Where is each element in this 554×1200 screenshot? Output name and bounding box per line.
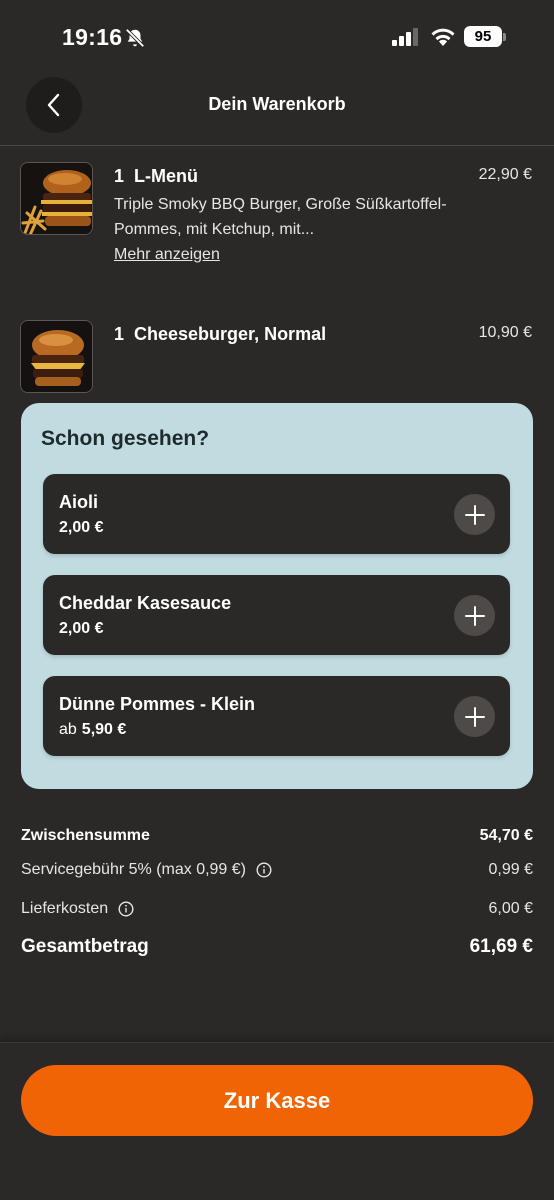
- plus-icon: [464, 504, 485, 525]
- item-name: L-Menü: [134, 166, 198, 186]
- checkout-button[interactable]: Zur Kasse: [21, 1065, 533, 1136]
- bottom-bar: Zur Kasse: [0, 1042, 554, 1200]
- upsell-item-price-value: 2,00 €: [59, 519, 104, 536]
- signal-icon: [392, 28, 418, 46]
- service-fee-label-group: Servicegebühr 5% (max 0,99 €): [21, 861, 272, 879]
- header: Dein Warenkorb: [0, 72, 554, 146]
- item-title: 1 L-Menü: [114, 166, 198, 187]
- item-title: 1 Cheeseburger, Normal: [114, 324, 326, 345]
- service-fee-value: 0,99 €: [488, 861, 533, 878]
- bell-slash-icon: [125, 28, 145, 48]
- item-image-menu: [20, 162, 93, 235]
- cart-item[interactable]: 1 Cheeseburger, Normal 10,90 €: [20, 320, 534, 394]
- add-aioli-button[interactable]: [454, 494, 495, 535]
- upsell-item-price-prefix: ab: [59, 721, 77, 738]
- add-pommes-button[interactable]: [454, 696, 495, 737]
- upsell-item-name: Dünne Pommes - Klein: [59, 694, 256, 714]
- upsell-item-price: 2,00 €: [59, 519, 103, 537]
- item-quantity: 1: [114, 166, 125, 186]
- upsell-item-pommes[interactable]: Dünne Pommes - Klein ab 5,90 €: [43, 676, 510, 756]
- upsell-item-name: Cheddar Kasesauce: [59, 593, 232, 613]
- item-quantity: 1: [114, 324, 125, 344]
- upsell-item-price: ab 5,90 €: [59, 721, 126, 739]
- upsell-item-price: 2,00 €: [59, 620, 103, 638]
- item-image-cheeseburger: [20, 320, 93, 393]
- item-name: Cheeseburger, Normal: [134, 324, 327, 344]
- delivery-fee-label-group: Lieferkosten: [21, 900, 134, 918]
- upsell-title: Schon gesehen?: [41, 427, 210, 450]
- delivery-fee-row: Lieferkosten 6,00 €: [21, 900, 533, 924]
- upsell-item-price-value: 5,90 €: [81, 721, 127, 738]
- subtotal-label: Zwischensumme: [21, 827, 150, 844]
- delivery-fee-label: Lieferkosten: [21, 900, 109, 917]
- add-cheddar-button[interactable]: [454, 595, 495, 636]
- total-row: Gesamtbetrag 61,69 €: [21, 936, 533, 960]
- plus-icon: [464, 605, 485, 626]
- service-fee-label: Servicegebühr 5% (max 0,99 €): [21, 861, 246, 878]
- wifi-icon: [431, 28, 455, 46]
- item-price: 22,90 €: [478, 166, 532, 183]
- item-price: 10,90 €: [478, 324, 532, 341]
- info-icon[interactable]: [256, 862, 272, 878]
- item-description: Triple Smoky BBQ Burger, Große Süßkartof…: [114, 196, 447, 238]
- upsell-item-cheddar[interactable]: Cheddar Kasesauce 2,00 €: [43, 575, 510, 655]
- upsell-item-name: Aioli: [59, 492, 98, 512]
- subtotal-row: Zwischensumme 54,70 €: [21, 827, 533, 851]
- page-title: Dein Warenkorb: [208, 94, 346, 114]
- status-bar: 19:16 95: [0, 0, 554, 72]
- service-fee-row: Servicegebühr 5% (max 0,99 €) 0,99 €: [21, 861, 533, 885]
- cart-item[interactable]: 1 L-Menü 22,90 € Triple Smoky BBQ Burger,…: [20, 162, 534, 272]
- total-value: 61,69 €: [469, 936, 533, 957]
- upsell-item-price-value: 2,00 €: [59, 620, 104, 637]
- upsell-item-aioli[interactable]: Aioli 2,00 €: [43, 474, 510, 554]
- upsell-panel: Schon gesehen? Aioli 2,00 € Cheddar Kase…: [21, 403, 533, 789]
- battery-cap: [503, 33, 506, 41]
- info-icon[interactable]: [118, 901, 134, 917]
- show-more-link[interactable]: Mehr anzeigen: [114, 246, 220, 264]
- total-label: Gesamtbetrag: [21, 936, 149, 957]
- status-time: 19:16: [62, 24, 123, 50]
- battery-icon: 95: [464, 26, 502, 47]
- plus-icon: [464, 706, 485, 727]
- subtotal-value: 54,70 €: [479, 827, 533, 844]
- delivery-fee-value: 6,00 €: [488, 900, 533, 917]
